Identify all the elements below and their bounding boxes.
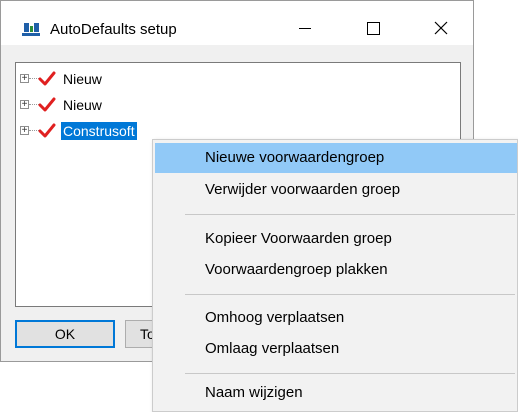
window-title: AutoDefaults setup <box>50 21 177 38</box>
close-button[interactable] <box>419 13 463 43</box>
tree-item-label: Construsoft <box>61 122 137 140</box>
close-icon <box>434 21 448 35</box>
menu-item-copy-condition-group[interactable]: Kopieer Voorwaarden groep <box>155 224 517 254</box>
tree-item-label: Nieuw <box>63 97 102 113</box>
app-icon <box>22 23 40 36</box>
tree-item-label: Nieuw <box>63 71 102 87</box>
minimize-button[interactable] <box>283 13 327 43</box>
tree-item[interactable]: + Nieuw <box>16 95 316 115</box>
red-check-icon <box>38 123 56 138</box>
expand-plus-icon[interactable]: + <box>20 100 29 110</box>
menu-item-move-down[interactable]: Omlaag verplaatsen <box>155 334 517 364</box>
menu-item-move-up[interactable]: Omhoog verplaatsen <box>155 303 517 333</box>
menu-item-rename[interactable]: Naam wijzigen <box>155 378 517 408</box>
context-menu: Nieuwe voorwaardengroep Verwijder voorwa… <box>152 139 518 412</box>
title-bar[interactable]: AutoDefaults setup <box>1 1 473 45</box>
tree-item-selected[interactable]: + Construsoft <box>16 121 316 141</box>
ok-button[interactable]: OK <box>15 320 115 348</box>
expand-plus-icon[interactable]: + <box>20 126 29 136</box>
minimize-icon <box>299 27 311 29</box>
red-check-icon <box>38 97 56 112</box>
tree-item[interactable]: + Nieuw <box>16 69 316 89</box>
menu-separator <box>185 214 515 215</box>
expand-plus-icon[interactable]: + <box>20 74 29 84</box>
maximize-icon <box>366 21 380 35</box>
menu-item-paste-condition-group[interactable]: Voorwaardengroep plakken <box>155 255 517 285</box>
menu-separator <box>185 373 515 374</box>
menu-separator <box>185 294 515 295</box>
maximize-button[interactable] <box>351 13 395 43</box>
menu-item-new-condition-group[interactable]: Nieuwe voorwaardengroep <box>155 143 517 173</box>
menu-item-delete-condition-group[interactable]: Verwijder voorwaarden groep <box>155 175 517 205</box>
red-check-icon <box>38 71 56 86</box>
